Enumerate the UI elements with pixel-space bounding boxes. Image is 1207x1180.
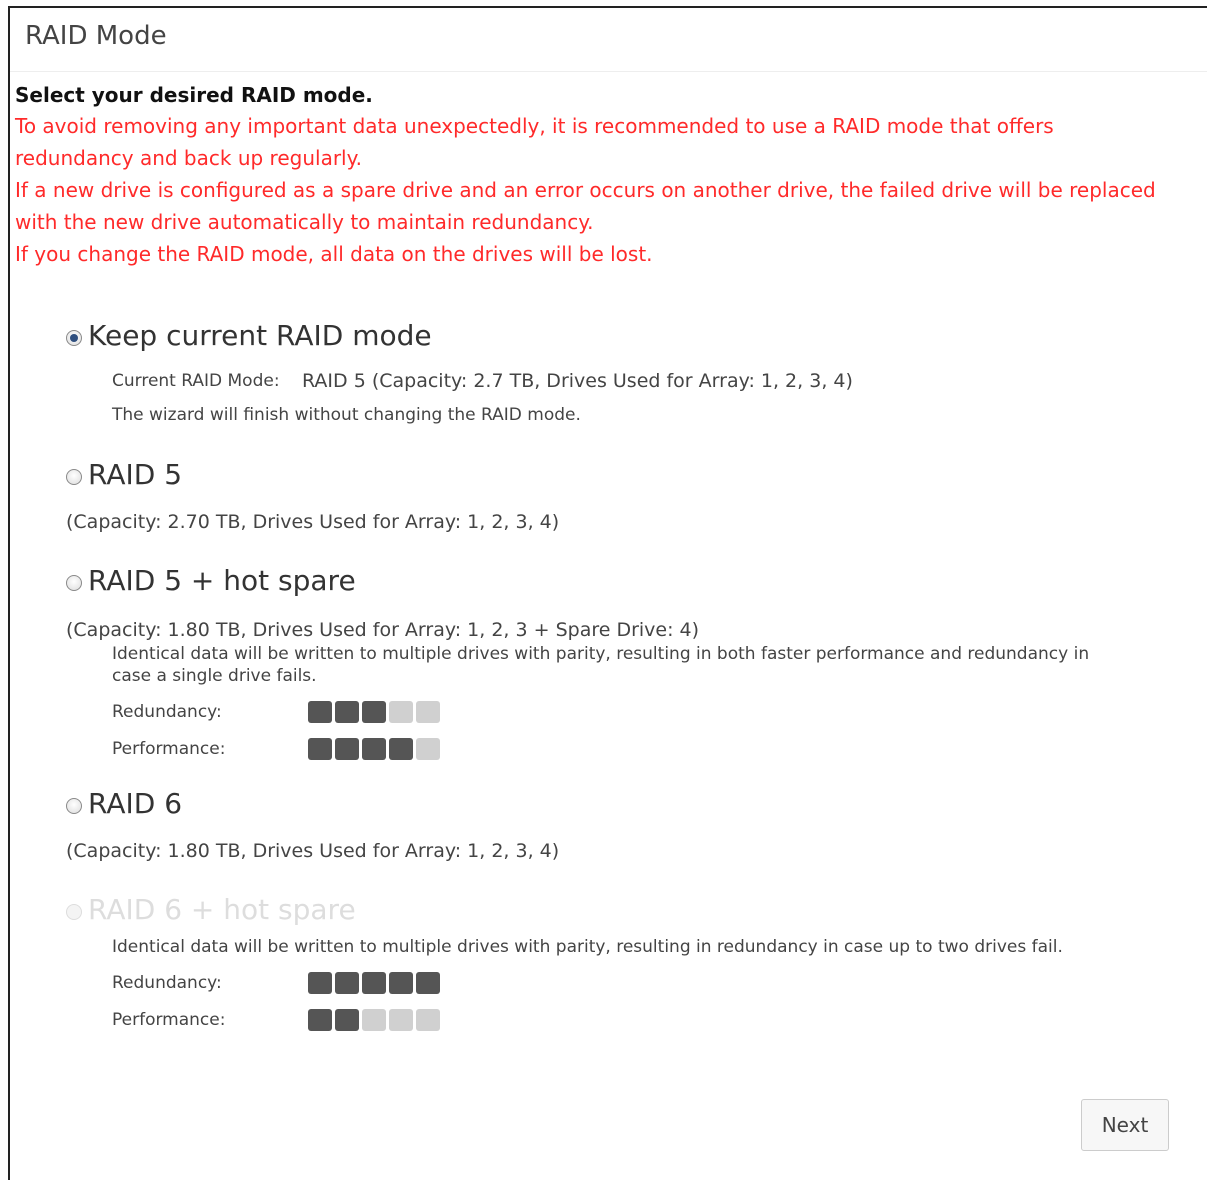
current-raid-mode-row: Current RAID Mode: RAID 5 (Capacity: 2.7… (112, 368, 853, 394)
raid6-label[interactable]: RAID 6 (88, 784, 182, 824)
option-raid6-hot-spare-row: RAID 6 + hot spare (66, 890, 1112, 930)
performance-meter (308, 1008, 440, 1031)
redundancy-meter (308, 971, 440, 994)
option-raid5-hot-spare: RAID 5 + hot spare (Capacity: 1.80 TB, D… (66, 561, 1112, 767)
meter-segment (416, 737, 440, 760)
next-button[interactable]: Next (1081, 1099, 1169, 1151)
raid5-label[interactable]: RAID 5 (88, 455, 182, 495)
keep-current-label[interactable]: Keep current RAID mode (88, 316, 432, 356)
meter-segment (416, 1008, 440, 1031)
meter-segment (416, 971, 440, 994)
option-raid6: RAID 6 (Capacity: 1.80 TB, Drives Used f… (66, 784, 559, 864)
option-raid5: RAID 5 (Capacity: 2.70 TB, Drives Used f… (66, 455, 559, 535)
warning-text-2: If a new drive is configured as a spare … (15, 178, 1156, 234)
option-raid5-hot-spare-row[interactable]: RAID 5 + hot spare (66, 561, 1112, 601)
raid5-hot-spare-radio[interactable] (66, 575, 82, 591)
meter-segment (416, 700, 440, 723)
raid5-radio[interactable] (66, 469, 82, 485)
meter-segment (335, 971, 359, 994)
raid6-hot-spare-label: RAID 6 + hot spare (88, 893, 356, 926)
option-raid6-row[interactable]: RAID 6 (66, 784, 559, 824)
performance-meter (308, 737, 440, 760)
redundancy-meter (308, 700, 440, 723)
option-keep-current-row[interactable]: Keep current RAID mode (66, 316, 853, 356)
raid6-hot-spare-performance-row: Performance: (112, 1001, 1112, 1038)
dialog-header: RAID Mode (10, 8, 1207, 72)
meter-segment (335, 700, 359, 723)
keep-current-radio[interactable] (66, 330, 82, 346)
raid5-capacity: (Capacity: 2.70 TB, Drives Used for Arra… (66, 511, 560, 533)
meter-segment (308, 737, 332, 760)
raid6-hot-spare-radio (66, 904, 82, 920)
raid5-hot-spare-redundancy-row: Redundancy: (112, 693, 1112, 730)
raid6-hot-spare-description: Identical data will be written to multip… (112, 937, 1063, 957)
raid5-hot-spare-performance-row: Performance: (112, 730, 1112, 767)
meter-segment (335, 1008, 359, 1031)
raid6-capacity: (Capacity: 1.80 TB, Drives Used for Arra… (66, 840, 560, 862)
raid5-hot-spare-capacity: (Capacity: 1.80 TB, Drives Used for Arra… (66, 619, 700, 641)
raid6-radio[interactable] (66, 798, 82, 814)
raid5-hot-spare-label[interactable]: RAID 5 + hot spare (88, 561, 356, 601)
meter-segment (389, 700, 413, 723)
warning-text-3: If you change the RAID mode, all data on… (15, 242, 653, 266)
option-raid6-hot-spare: RAID 6 + hot spare Identical data will b… (66, 890, 1112, 1038)
redundancy-label: Redundancy: (112, 701, 222, 722)
meter-segment (308, 700, 332, 723)
current-raid-mode-key: Current RAID Mode: (112, 371, 280, 391)
meter-segment (362, 971, 386, 994)
meter-segment (362, 1008, 386, 1031)
raid6-hot-spare-redundancy-row: Redundancy: (112, 964, 1112, 1001)
meter-segment (389, 1008, 413, 1031)
meter-segment (389, 737, 413, 760)
current-raid-mode-value: RAID 5 (Capacity: 2.7 TB, Drives Used fo… (302, 370, 853, 392)
meter-segment (362, 700, 386, 723)
intro-heading: Select your desired RAID mode. (15, 83, 373, 107)
option-keep-current: Keep current RAID mode Current RAID Mode… (66, 316, 853, 426)
warning-text-1: To avoid removing any important data une… (15, 114, 1054, 170)
intro-section: Select your desired RAID mode. To avoid … (15, 80, 1175, 270)
redundancy-label: Redundancy: (112, 972, 222, 993)
meter-segment (335, 737, 359, 760)
meter-segment (308, 1008, 332, 1031)
meter-segment (308, 971, 332, 994)
meter-segment (362, 737, 386, 760)
meter-segment (389, 971, 413, 994)
performance-label: Performance: (112, 738, 226, 759)
dialog-title: RAID Mode (25, 21, 167, 51)
keep-current-note: The wizard will finish without changing … (112, 405, 581, 425)
performance-label: Performance: (112, 1009, 226, 1030)
raid5-hot-spare-description: Identical data will be written to multip… (112, 644, 1090, 686)
option-raid5-row[interactable]: RAID 5 (66, 455, 559, 495)
